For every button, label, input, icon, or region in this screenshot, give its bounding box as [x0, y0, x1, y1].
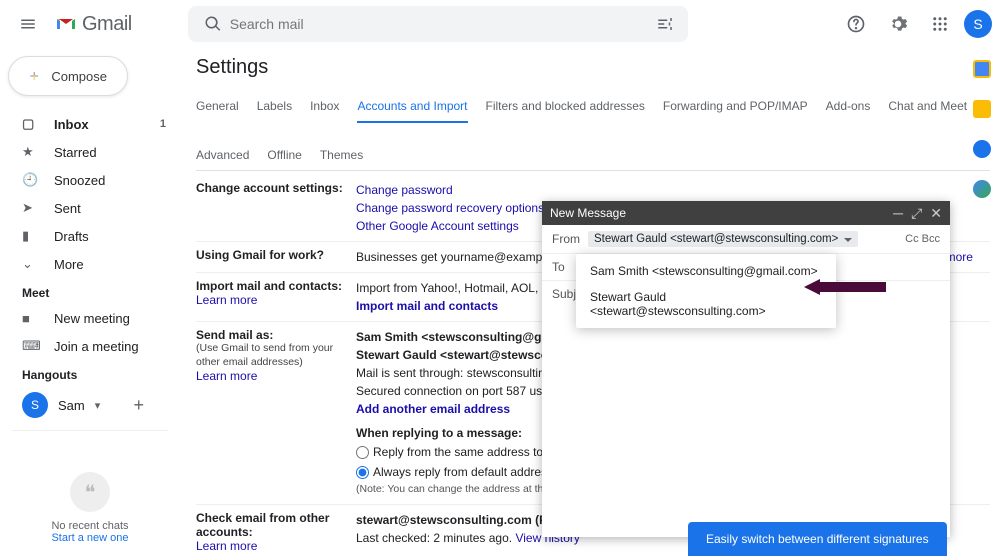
settings-tabs: General Labels Inbox Accounts and Import… — [196, 91, 990, 171]
keep-icon[interactable] — [973, 100, 991, 118]
tab-offline[interactable]: Offline — [267, 140, 301, 170]
nav-snoozed[interactable]: 🕘Snoozed — [0, 166, 180, 194]
from-option-0[interactable]: Sam Smith <stewsconsulting@gmail.com> — [576, 258, 836, 284]
compose-from-row: From Stewart Gauld <stewart@stewsconsult… — [542, 225, 950, 254]
compose-title: New Message — [550, 206, 626, 220]
import-mail-link[interactable]: Import mail and contacts — [356, 299, 498, 313]
compose-body[interactable] — [542, 307, 950, 537]
side-panel — [966, 48, 998, 198]
star-icon: ★ — [22, 144, 38, 160]
plus-icon — [29, 67, 39, 85]
nav-inbox[interactable]: ▢Inbox1 — [0, 110, 180, 138]
from-dropdown[interactable]: Stewart Gauld <stewart@stewsconsulting.c… — [588, 231, 858, 247]
keyboard-icon: ⌨ — [22, 338, 38, 354]
nav-more[interactable]: ⌄More — [0, 250, 180, 278]
compose-window: New Message ─ ⤢ ✕ From Stewart Gauld <st… — [542, 201, 950, 537]
contacts-icon[interactable] — [973, 180, 991, 198]
reply-default-radio[interactable] — [356, 466, 369, 479]
chevron-down-icon: ▾ — [95, 399, 101, 412]
nav-starred[interactable]: ★Starred — [0, 138, 180, 166]
from-option-1[interactable]: Stewart Gauld <stewart@stewsconsulting.c… — [576, 284, 836, 324]
apps-icon — [931, 15, 949, 33]
from-label: From — [552, 232, 588, 246]
nav-sent[interactable]: ➤Sent — [0, 194, 180, 222]
tab-filters[interactable]: Filters and blocked addresses — [486, 91, 645, 122]
bcc-button[interactable]: Bcc — [922, 233, 940, 245]
page-title: Settings — [196, 56, 990, 79]
search-icon[interactable] — [204, 15, 222, 33]
other-google-link[interactable]: Other Google Account settings — [356, 219, 519, 233]
user-avatar-icon: S — [22, 392, 48, 418]
tab-chat[interactable]: Chat and Meet — [888, 91, 967, 122]
tasks-icon[interactable] — [973, 140, 991, 158]
close-icon[interactable]: ✕ — [930, 206, 942, 220]
gmail-icon — [54, 12, 78, 36]
sidebar-bottom: ❝ No recent chats Start a new one — [0, 472, 180, 544]
meet-list: ■New meeting ⌨Join a meeting — [0, 304, 180, 360]
signature-popup[interactable]: Easily switch between different signatur… — [688, 522, 947, 556]
apps-button[interactable] — [922, 6, 958, 42]
send-icon: ➤ — [22, 200, 38, 216]
compose-header[interactable]: New Message ─ ⤢ ✕ — [542, 201, 950, 225]
minimize-icon[interactable]: ─ — [893, 206, 903, 220]
video-icon: ■ — [22, 310, 38, 326]
learn-more-link[interactable]: Learn more — [196, 369, 257, 383]
logo[interactable]: Gmail — [54, 12, 132, 36]
tab-labels[interactable]: Labels — [257, 91, 292, 122]
help-icon — [846, 14, 866, 34]
search-options-icon[interactable] — [656, 15, 674, 33]
chevron-down-icon: ⌄ — [22, 256, 38, 272]
search-input[interactable] — [230, 16, 650, 32]
nav-join-meeting[interactable]: ⌨Join a meeting — [0, 332, 180, 360]
hangouts-header: Hangouts — [0, 360, 180, 386]
tab-themes[interactable]: Themes — [320, 140, 363, 170]
hangouts-user[interactable]: S Sam ▾ + — [0, 386, 180, 424]
search-box[interactable] — [188, 6, 688, 42]
nav-drafts[interactable]: ▮Drafts — [0, 222, 180, 250]
gear-icon — [888, 14, 908, 34]
menu-icon — [19, 15, 37, 33]
add-another-email-link[interactable]: Add another email address — [356, 402, 510, 416]
add-icon[interactable]: + — [133, 395, 144, 416]
help-button[interactable] — [838, 6, 874, 42]
topbar: Gmail S — [0, 0, 1000, 48]
start-new-chat-link[interactable]: Start a new one — [51, 532, 128, 544]
learn-more-link[interactable]: Learn more — [196, 539, 257, 553]
change-recovery-link[interactable]: Change password recovery options — [356, 201, 544, 215]
draft-icon: ▮ — [22, 228, 38, 244]
nav-new-meeting[interactable]: ■New meeting — [0, 304, 180, 332]
hamburger-button[interactable] — [8, 4, 48, 44]
tab-inbox[interactable]: Inbox — [310, 91, 339, 122]
inbox-icon: ▢ — [22, 116, 38, 132]
nav-list: ▢Inbox1 ★Starred 🕘Snoozed ➤Sent ▮Drafts … — [0, 110, 180, 278]
clock-icon: 🕘 — [22, 172, 38, 188]
expand-icon[interactable]: ⤢ — [911, 206, 922, 220]
compose-button[interactable]: Compose — [8, 56, 128, 96]
reply-same-radio[interactable] — [356, 446, 369, 459]
tab-addons[interactable]: Add-ons — [826, 91, 871, 122]
annotation-arrow-icon — [804, 279, 886, 295]
calendar-icon[interactable] — [973, 60, 991, 78]
meet-header: Meet — [0, 278, 180, 304]
tab-advanced[interactable]: Advanced — [196, 140, 249, 170]
compose-label: Compose — [51, 69, 107, 84]
change-password-link[interactable]: Change password — [356, 183, 453, 197]
quote-icon: ❝ — [70, 472, 110, 512]
tab-general[interactable]: General — [196, 91, 239, 122]
settings-button[interactable] — [880, 6, 916, 42]
tab-forwarding[interactable]: Forwarding and POP/IMAP — [663, 91, 808, 122]
avatar[interactable]: S — [964, 10, 992, 38]
from-dropdown-menu: Sam Smith <stewsconsulting@gmail.com> St… — [576, 254, 836, 328]
app-name: Gmail — [82, 13, 132, 36]
sidebar: Compose ▢Inbox1 ★Starred 🕘Snoozed ➤Sent … — [0, 48, 180, 556]
cc-button[interactable]: Cc — [905, 233, 918, 245]
tab-accounts[interactable]: Accounts and Import — [357, 91, 467, 123]
learn-more-link[interactable]: Learn more — [196, 293, 257, 307]
